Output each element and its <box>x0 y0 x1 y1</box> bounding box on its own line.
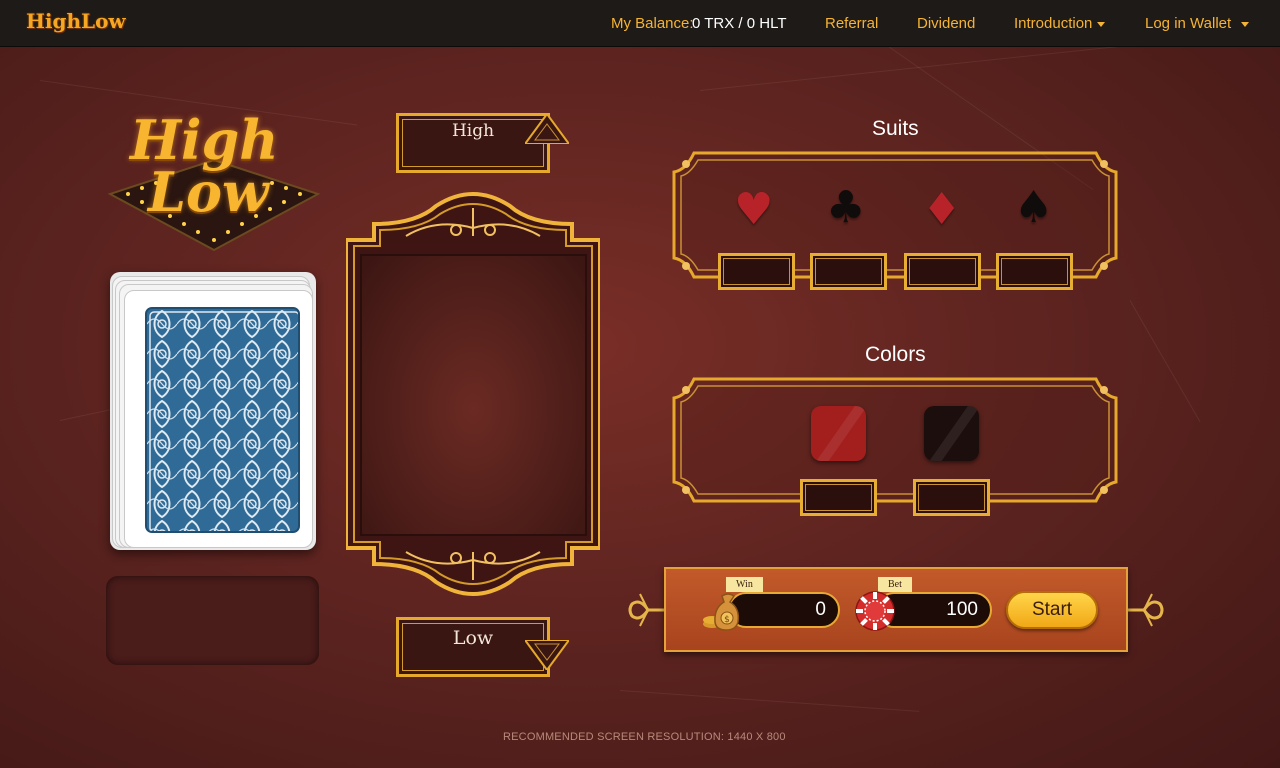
high-button[interactable]: High <box>396 113 569 173</box>
chevron-down-icon <box>1097 21 1106 27</box>
win-amount: 0 <box>728 592 840 628</box>
svg-text:$: $ <box>724 615 730 625</box>
colors-panel-frame <box>672 377 1118 503</box>
red-color-option[interactable] <box>811 406 866 461</box>
hearts-bet-slot[interactable] <box>718 253 795 290</box>
left-ornament-icon <box>628 593 666 627</box>
login-wallet-dropdown[interactable]: Log in Wallet <box>1145 15 1231 32</box>
triangle-up-icon <box>525 114 569 144</box>
nav-dividend-link[interactable]: Dividend <box>917 15 975 32</box>
low-button[interactable]: Low <box>396 617 569 677</box>
top-navbar: HighLow My Balance: 0 TRX / 0 HLT Referr… <box>0 0 1280 47</box>
balance-label: My Balance: <box>611 15 694 32</box>
colors-title: Colors <box>865 343 926 366</box>
nav-introduction-label: Introduction <box>1014 15 1093 32</box>
hearts-icon[interactable]: ♥ <box>734 188 773 232</box>
diamonds-icon[interactable]: ♦ <box>922 188 961 232</box>
result-display-box <box>106 576 319 665</box>
right-ornament-icon <box>1126 593 1164 627</box>
diamonds-bet-slot[interactable] <box>904 253 981 290</box>
black-color-option[interactable] <box>924 406 979 461</box>
clubs-glyph: ♣ <box>826 182 866 233</box>
red-bet-slot[interactable] <box>800 479 877 516</box>
start-button[interactable]: Start <box>1006 591 1098 629</box>
suits-title: Suits <box>872 117 919 140</box>
card-back-ornament <box>147 309 298 531</box>
nav-referral-link[interactable]: Referral <box>825 15 878 32</box>
card-back-pattern <box>145 307 300 533</box>
swatch-shine <box>925 406 979 461</box>
revealed-card-area <box>360 254 587 536</box>
money-bag-icon: $ <box>703 593 740 631</box>
spades-glyph: ♠ <box>1014 182 1054 233</box>
chevron-down-icon[interactable] <box>1241 22 1249 27</box>
poker-chip-icon <box>855 591 895 631</box>
black-bet-slot[interactable] <box>913 479 990 516</box>
spades-bet-slot[interactable] <box>996 253 1073 290</box>
clubs-icon[interactable]: ♣ <box>826 186 865 230</box>
triangle-down-icon <box>525 640 569 670</box>
brand-logo[interactable]: HighLow <box>26 9 126 33</box>
game-logo: High Low <box>108 108 320 253</box>
logo-low-text: Low <box>148 160 269 224</box>
balance-value: 0 TRX / 0 HLT <box>692 15 787 32</box>
spades-icon[interactable]: ♠ <box>1014 186 1053 230</box>
hearts-glyph: ♥ <box>734 184 774 235</box>
clubs-bet-slot[interactable] <box>810 253 887 290</box>
diamonds-glyph: ♦ <box>922 184 962 235</box>
nav-introduction-dropdown[interactable]: Introduction <box>1014 15 1106 32</box>
resolution-note: RECOMMENDED SCREEN RESOLUTION: 1440 X 80… <box>503 731 786 743</box>
swatch-shine <box>812 406 866 461</box>
